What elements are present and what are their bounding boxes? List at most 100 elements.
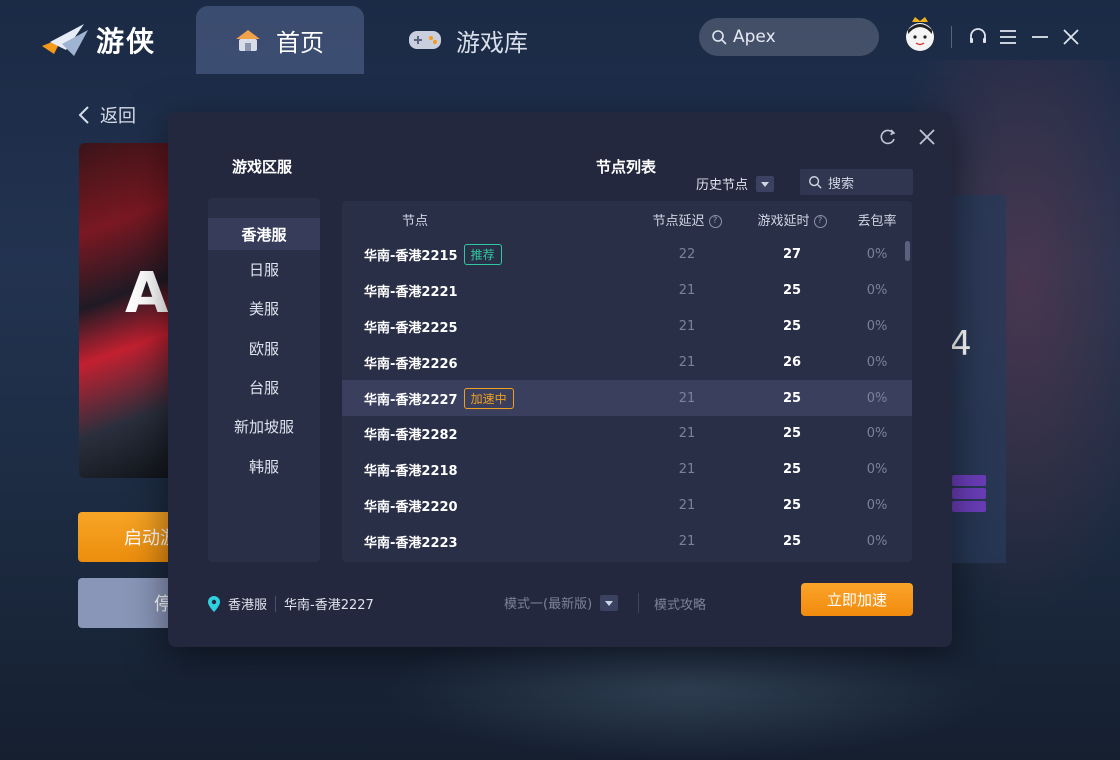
zone-title: 游戏区服 — [232, 158, 293, 176]
divider — [638, 593, 639, 613]
game-latency: 25 — [782, 318, 802, 334]
recommend-badge: 推荐 — [463, 244, 502, 266]
table-row[interactable]: 华南-香港2220 21 25 0% — [342, 488, 912, 524]
table-row[interactable]: 华南-香港2215 推荐 22 27 0% — [342, 237, 912, 273]
zone-list: 香港服 日服 美服 欧服 台服 新加坡服 韩服 — [208, 198, 320, 562]
node-name-text: 华南-香港2282 — [364, 428, 458, 444]
col-node-latency: 节点延迟? — [632, 210, 742, 229]
mode-label: 模式一(最新版) — [504, 597, 593, 612]
node-name: 华南-香港2223 — [342, 532, 632, 551]
current-selection: 香港服 华南-香港2227 — [208, 594, 374, 613]
chevron-down-icon — [756, 175, 775, 192]
node-name-text: 华南-香港2218 — [364, 464, 458, 480]
stop-button[interactable]: 停 — [78, 578, 178, 628]
packet-loss: 0% — [866, 318, 888, 334]
packet-loss: 0% — [866, 283, 888, 299]
zone-item-sg[interactable]: 新加坡服 — [208, 407, 320, 446]
table-row[interactable]: 华南-香港2282 21 25 0% — [342, 416, 912, 452]
node-name: 华南-香港2220 — [342, 496, 632, 515]
node-name: 华南-香港2282 — [342, 424, 632, 443]
node-name-text: 华南-香港2223 — [364, 535, 458, 551]
selected-zone: 香港服 — [228, 598, 268, 613]
search-icon — [712, 30, 727, 45]
table-row[interactable]: 华南-香港2221 21 25 0% — [342, 273, 912, 309]
game-latency: 26 — [782, 354, 802, 370]
game-latency: 25 — [782, 462, 802, 478]
node-latency: 21 — [678, 354, 696, 370]
node-name: 华南-香港2221 — [342, 281, 632, 300]
packet-loss: 0% — [866, 247, 888, 263]
mode-guide-link[interactable]: 模式攻略 — [654, 594, 706, 613]
title-divider — [951, 26, 952, 48]
game-cover: A — [79, 143, 179, 478]
game-latency: 27 — [782, 247, 802, 263]
avatar-icon[interactable] — [903, 16, 937, 54]
back-link[interactable]: 返回 — [78, 102, 136, 128]
table-row[interactable]: 华南-香港2226 21 26 0% — [342, 344, 912, 380]
col-loss: 丢包率 — [857, 213, 897, 229]
game-latency: 25 — [782, 497, 802, 513]
selected-node: 华南-香港2227 — [284, 598, 374, 613]
tab-home-label: 首页 — [276, 28, 324, 57]
dialog-close-icon[interactable] — [916, 126, 938, 148]
packet-loss: 0% — [866, 462, 888, 478]
node-list-title: 节点列表 — [596, 158, 657, 176]
zone-item-tw[interactable]: 台服 — [208, 368, 320, 407]
table-row[interactable]: 华南-香港2218 21 25 0% — [342, 452, 912, 488]
node-latency: 21 — [678, 283, 696, 299]
minimize-icon[interactable] — [1029, 26, 1051, 48]
game-latency: 25 — [782, 283, 802, 299]
game-latency: 25 — [782, 426, 802, 442]
server-icon — [952, 475, 986, 515]
node-latency: 21 — [678, 462, 696, 478]
tab-game-library[interactable]: 游戏库 — [370, 6, 566, 74]
node-name: 华南-香港2227 加速中 — [342, 387, 632, 409]
node-table: 节点 节点延迟? 游戏延时? 丢包率 华南-香港2215 推荐 22 27 0% 华南-香… — [342, 201, 912, 562]
table-row[interactable]: 华南-香港2225 21 25 0% — [342, 309, 912, 345]
search-input[interactable]: Apex — [699, 18, 879, 56]
node-latency: 22 — [678, 247, 696, 263]
help-icon[interactable]: ? — [708, 214, 722, 228]
table-row[interactable]: 华南-香港2227 加速中 21 25 0% — [342, 380, 912, 416]
mode-dropdown[interactable]: 模式一(最新版) — [504, 593, 619, 612]
info-value: 4 — [950, 324, 972, 364]
cover-title: A — [125, 261, 169, 326]
zone-item-eu[interactable]: 欧服 — [208, 329, 320, 368]
start-game-button[interactable]: 启动游 — [78, 512, 178, 562]
menu-icon[interactable] — [997, 26, 1019, 48]
zone-item-jp[interactable]: 日服 — [208, 250, 320, 289]
search-value: Apex — [733, 27, 776, 47]
accelerate-button[interactable]: 立即加速 — [801, 583, 913, 616]
packet-loss: 0% — [866, 426, 888, 442]
refresh-icon[interactable] — [878, 127, 898, 147]
zone-item-us[interactable]: 美服 — [208, 289, 320, 328]
col-game-latency: 游戏延时? — [742, 210, 842, 229]
headset-icon[interactable] — [967, 26, 989, 48]
help-icon[interactable]: ? — [813, 214, 827, 228]
zone-item-hk[interactable]: 香港服 — [208, 218, 320, 250]
packet-loss: 0% — [866, 390, 888, 406]
node-name-text: 华南-香港2227 — [364, 392, 458, 408]
node-name: 华南-香港2225 — [342, 317, 632, 336]
accelerating-badge: 加速中 — [463, 387, 514, 409]
table-row[interactable]: 华南-香港2223 21 25 0% — [342, 523, 912, 559]
node-name-text: 华南-香港2225 — [364, 320, 458, 336]
back-icon — [78, 106, 89, 124]
tab-home[interactable]: 首页 — [196, 6, 364, 74]
logo-icon — [42, 24, 88, 56]
node-search-input[interactable]: 搜索 — [800, 169, 913, 195]
node-name: 华南-香港2218 — [342, 460, 632, 479]
close-icon[interactable] — [1060, 26, 1082, 48]
game-latency: 25 — [782, 390, 802, 406]
node-latency: 21 — [678, 318, 696, 334]
col-node: 节点 — [402, 213, 429, 229]
app-logo: 游侠 — [40, 20, 156, 60]
history-nodes-label: 历史节点 — [696, 178, 749, 193]
back-label: 返回 — [100, 106, 136, 127]
table-scrollbar[interactable] — [905, 241, 910, 261]
zone-item-kr[interactable]: 韩服 — [208, 446, 320, 485]
history-nodes-dropdown[interactable]: 历史节点 — [696, 174, 775, 193]
node-latency: 21 — [678, 390, 696, 406]
node-select-dialog: 游戏区服 香港服 日服 美服 欧服 台服 新加坡服 韩服 节点列表 历史节点 搜… — [168, 112, 952, 647]
packet-loss: 0% — [866, 533, 888, 549]
